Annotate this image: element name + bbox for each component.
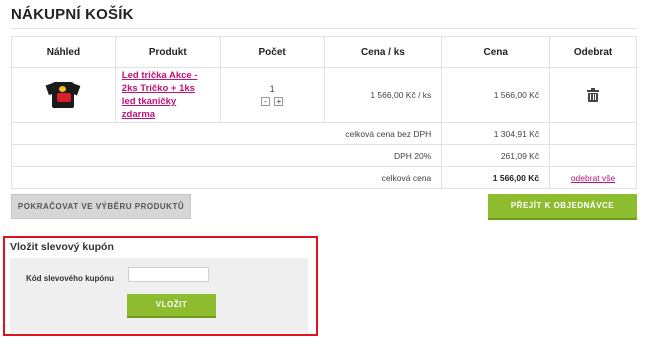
cart-header-row: Náhled Produkt Počet Cena / ks Cena Odeb… <box>11 36 637 68</box>
title-divider <box>11 28 637 29</box>
vat-label: DPH 20% <box>10 144 443 167</box>
continue-shopping-button[interactable]: POKRAČOVAT VE VÝBĚRU PRODUKTŮ <box>11 194 191 219</box>
header-remove: Odebrat <box>549 36 637 68</box>
coupon-title: Vložit slevový kupón <box>10 241 114 253</box>
header-product: Produkt <box>114 36 221 68</box>
summary-row-vat: DPH 20% 261,09 Kč <box>10 144 637 167</box>
preview-cell <box>11 67 116 123</box>
tshirt-product-thumbnail[interactable] <box>45 80 81 110</box>
net-label: celková cena bez DPH <box>10 122 443 145</box>
header-price: Cena <box>441 36 551 68</box>
product-cell: Led trička Akce - 2ks Tričko + 1ks led t… <box>114 67 221 123</box>
quantity-value: 1 <box>269 84 275 94</box>
trash-icon[interactable] <box>587 87 600 102</box>
header-quantity: Počet <box>219 36 325 68</box>
remove-all-link[interactable]: odebrat vše <box>571 173 615 183</box>
coupon-code-label: Kód slevového kupónu <box>26 274 115 283</box>
table-row: Led trička Akce - 2ks Tričko + 1ks led t… <box>11 67 637 123</box>
apply-coupon-button[interactable]: VLOŽIT <box>127 294 216 318</box>
vat-value: 261,09 Kč <box>441 144 551 167</box>
coupon-code-input[interactable] <box>128 267 209 282</box>
unit-price: 1 566,00 Kč / ks <box>323 67 443 123</box>
remove-cell <box>549 67 637 123</box>
page-title: NÁKUPNÍ KOŠÍK <box>11 6 134 23</box>
summary-row-net: celková cena bez DPH 1 304,91 Kč <box>10 122 637 145</box>
line-price: 1 566,00 Kč <box>441 67 551 123</box>
total-value: 1 566,00 Kč <box>441 166 551 189</box>
decrease-quantity-button[interactable]: - <box>260 97 270 106</box>
net-value: 1 304,91 Kč <box>441 122 551 145</box>
header-preview: Náhled <box>11 36 116 68</box>
increase-quantity-button[interactable]: + <box>274 97 284 106</box>
total-label: celková cena <box>10 166 443 189</box>
cart-table: Náhled Produkt Počet Cena / ks Cena Odeb… <box>10 36 637 189</box>
summary-row-total: celková cena 1 566,00 Kč odebrat vše <box>10 166 637 189</box>
checkout-button[interactable]: PŘEJÍT K OBJEDNÁVCE <box>488 194 637 220</box>
product-link[interactable]: Led trička Akce - 2ks Tričko + 1ks led t… <box>116 69 208 121</box>
quantity-cell: 1 - + <box>219 67 325 123</box>
header-unit-price: Cena / ks <box>323 36 443 68</box>
